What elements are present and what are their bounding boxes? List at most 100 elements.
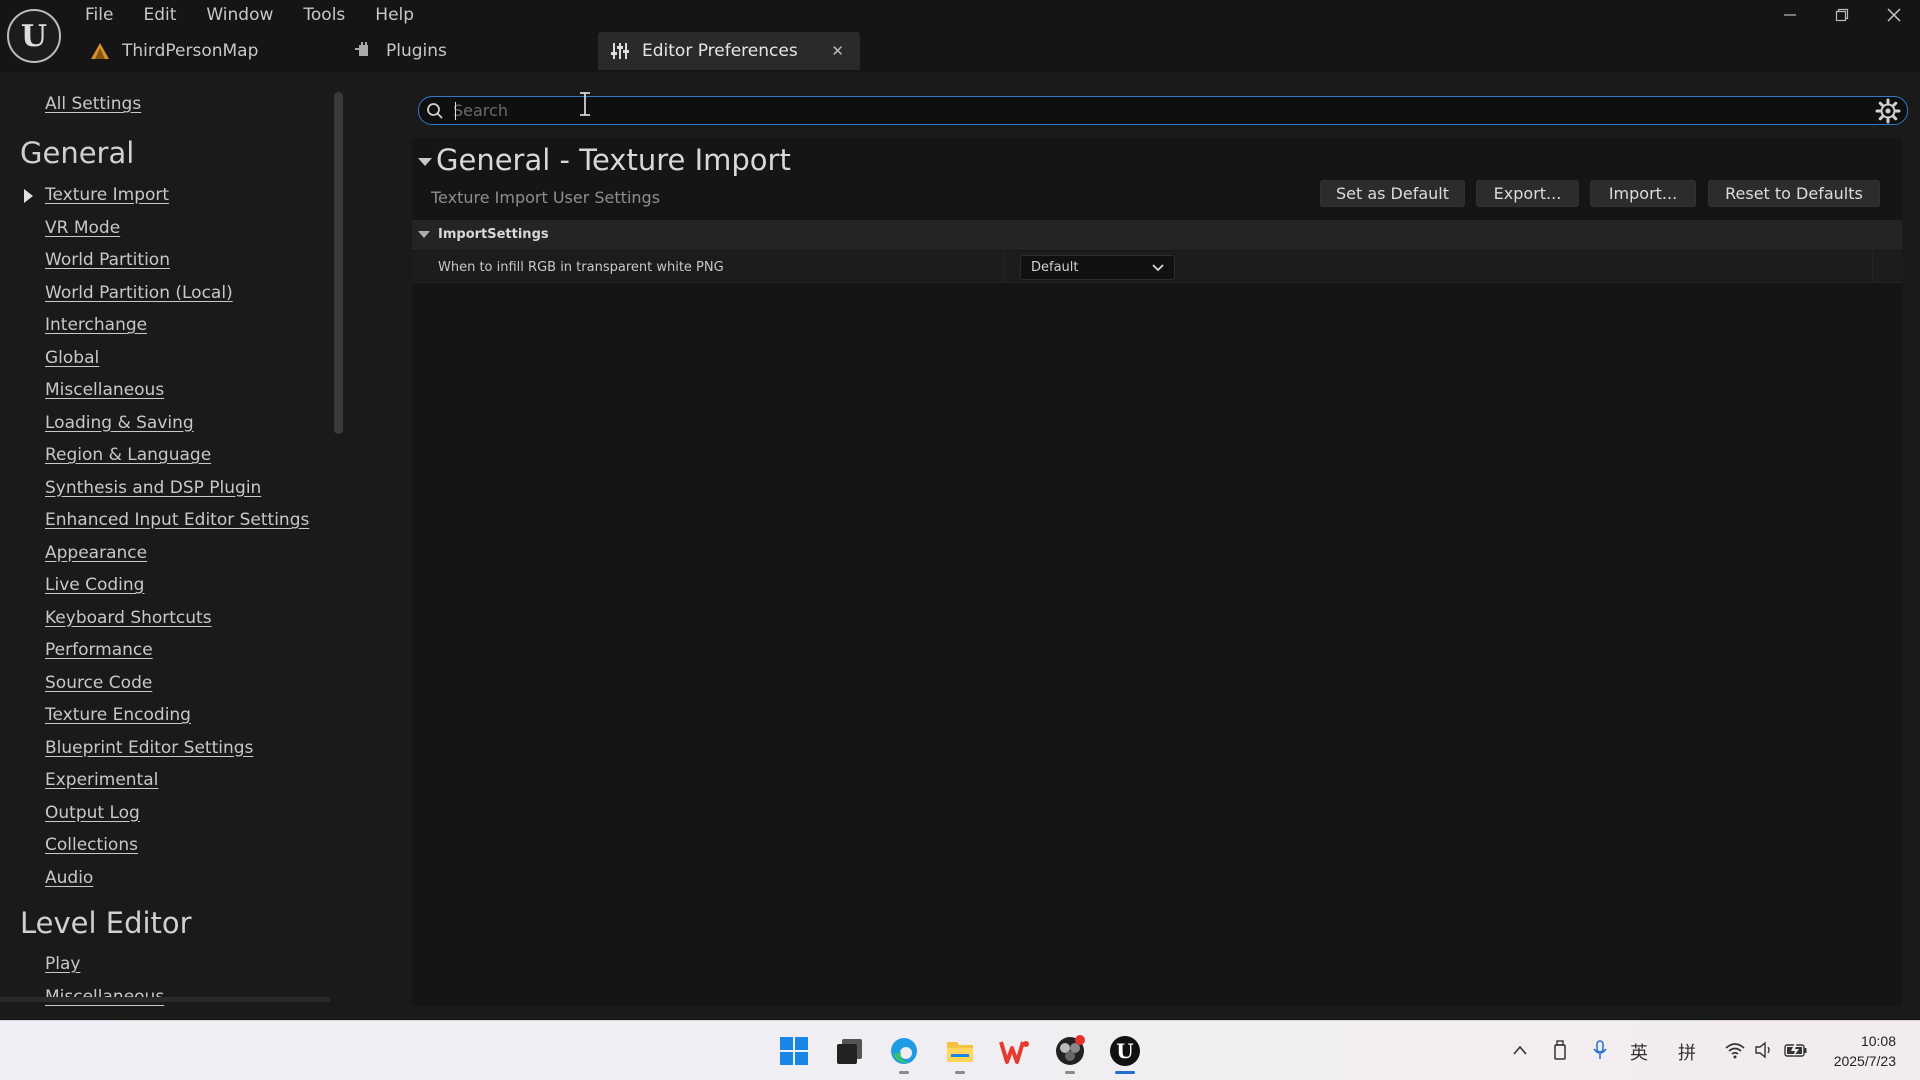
menu-file[interactable]: File (70, 0, 128, 30)
chevron-down-icon (1152, 263, 1164, 271)
section-level-editor: Level Editor (20, 906, 192, 940)
page-title: General - Texture Import (436, 143, 791, 177)
volume-icon[interactable] (1754, 1041, 1774, 1059)
set-as-default-button[interactable]: Set as Default (1320, 180, 1465, 207)
ibeam-cursor-icon (580, 92, 590, 116)
sidebar-item-appearance[interactable]: Appearance (45, 543, 147, 563)
microphone-icon[interactable] (1592, 1039, 1608, 1061)
taskbar-unreal-editor[interactable]: U (1105, 1031, 1145, 1074)
sidebar-item-miscellaneous[interactable]: Miscellaneous (45, 380, 164, 400)
tab-label: Editor Preferences (642, 41, 798, 61)
sidebar-item-interchange[interactable]: Interchange (45, 315, 147, 335)
sidebar-item-enhanced-input-editor-settings[interactable]: Enhanced Input Editor Settings (45, 510, 309, 530)
battery-charging-icon[interactable] (1784, 1042, 1808, 1058)
sidebar-item-audio[interactable]: Audio (45, 868, 93, 888)
taskbar-file-explorer[interactable] (940, 1031, 980, 1074)
sidebar-level-item-play[interactable]: Play (45, 954, 80, 974)
property-row: When to infill RGB in transparent white … (412, 251, 1902, 283)
menu-edit[interactable]: Edit (128, 0, 191, 30)
system-clock[interactable]: 10:08 2025/7/23 (1834, 1031, 1896, 1071)
sidebar-item-vr-mode[interactable]: VR Mode (45, 218, 120, 238)
sidebar-item-output-log[interactable]: Output Log (45, 803, 140, 823)
minimize-icon (1784, 14, 1796, 16)
property-label: When to infill RGB in transparent white … (438, 260, 724, 275)
main-panel: General - Texture Import Texture Import … (378, 72, 1920, 1019)
expand-arrow-icon[interactable] (418, 231, 430, 238)
sidebar-item-global[interactable]: Global (45, 348, 99, 368)
page-subtitle: Texture Import User Settings (431, 188, 661, 207)
sidebar-item-texture-encoding[interactable]: Texture Encoding (45, 705, 191, 725)
task-view-button[interactable] (829, 1031, 869, 1071)
sidebar-item-region-language[interactable]: Region & Language (45, 445, 211, 465)
sidebar-item-live-coding[interactable]: Live Coding (45, 575, 144, 595)
sidebar-item-performance[interactable]: Performance (45, 640, 153, 660)
minimize-button[interactable] (1764, 0, 1816, 30)
sidebar-all-settings[interactable]: All Settings (45, 94, 141, 114)
menu-window[interactable]: Window (191, 0, 288, 30)
settings-sidebar: All Settings General Texture Import VR Mo… (0, 72, 378, 1019)
section-general: General (20, 136, 135, 170)
resolve-icon (1056, 1035, 1085, 1065)
tab-label: Plugins (386, 41, 447, 61)
close-icon (1887, 8, 1901, 22)
column-divider[interactable] (1004, 251, 1005, 283)
reset-to-defaults-button[interactable]: Reset to Defaults (1708, 180, 1880, 207)
task-view-icon (837, 1039, 862, 1064)
tab-label: ThirdPersonMap (122, 41, 259, 61)
menu-bar: File Edit Window Tools Help (70, 0, 429, 30)
tab-thirdpersonmap[interactable]: ThirdPersonMap (82, 32, 344, 70)
close-window-button[interactable] (1868, 0, 1920, 30)
sidebar-item-source-code[interactable]: Source Code (45, 673, 152, 693)
sidebar-item-experimental[interactable]: Experimental (45, 770, 158, 790)
search-input[interactable] (453, 99, 1893, 122)
close-tab-icon[interactable]: ✕ (831, 42, 844, 60)
unreal-logo-icon[interactable]: U (7, 9, 61, 63)
taskbar-davinci[interactable] (1050, 1031, 1090, 1074)
infill-mode-dropdown[interactable]: Default (1020, 255, 1175, 280)
usb-device-icon[interactable] (1552, 1039, 1568, 1061)
input-method-indicator[interactable]: 拼 (1678, 1039, 1696, 1065)
edge-browser-icon (891, 1038, 917, 1064)
clock-time: 10:08 (1860, 1033, 1896, 1049)
show-hidden-icons-icon[interactable] (1512, 1043, 1528, 1057)
sidebar-item-keyboard-shortcuts[interactable]: Keyboard Shortcuts (45, 608, 212, 628)
collapse-arrow-icon[interactable] (418, 158, 432, 166)
sidebar-scrollbar[interactable] (334, 92, 343, 434)
taskbar: U 英 拼 10:08 2025/7/23 (0, 1020, 1920, 1080)
taskbar-edge[interactable] (884, 1031, 924, 1074)
sidebar-bottom-edge (0, 997, 330, 1002)
export-button[interactable]: Export... (1476, 180, 1579, 207)
sidebar-item-world-partition[interactable]: World Partition (45, 250, 170, 270)
title-bar: U File Edit Window Tools Help ThirdPerso… (0, 0, 1920, 72)
menu-tools[interactable]: Tools (288, 0, 360, 30)
category-label: ImportSettings (438, 227, 549, 242)
taskbar-wps[interactable] (995, 1031, 1035, 1071)
tab-plugins[interactable]: Plugins (344, 32, 598, 70)
import-button[interactable]: Import... (1590, 180, 1696, 207)
clock-date: 2025/7/23 (1833, 1053, 1896, 1069)
category-header[interactable]: ImportSettings (412, 220, 1902, 250)
start-button[interactable] (774, 1031, 814, 1071)
text-caret (455, 102, 456, 120)
input-lang-indicator[interactable]: 英 (1630, 1039, 1648, 1065)
sidebar-item-collections[interactable]: Collections (45, 835, 138, 855)
wps-office-icon (999, 1041, 1029, 1064)
plugin-icon (354, 42, 374, 60)
window-controls (1764, 0, 1920, 30)
restore-button[interactable] (1816, 0, 1868, 30)
tab-bar: ThirdPersonMap Plugins Editor Preference… (82, 32, 860, 70)
wifi-icon[interactable] (1724, 1041, 1746, 1059)
sidebar-item-world-partition-local[interactable]: World Partition (Local) (45, 283, 233, 303)
sidebar-item-synthesis-and-dsp-plugin[interactable]: Synthesis and DSP Plugin (45, 478, 261, 498)
gear-icon[interactable] (1875, 98, 1901, 124)
restore-icon (1835, 8, 1849, 22)
dropdown-value: Default (1031, 260, 1079, 275)
menu-help[interactable]: Help (360, 0, 429, 30)
sidebar-item-blueprint-editor-settings[interactable]: Blueprint Editor Settings (45, 738, 253, 758)
sliders-icon (610, 42, 630, 60)
search-box[interactable] (418, 96, 1908, 125)
tab-editor-preferences[interactable]: Editor Preferences ✕ (598, 32, 860, 70)
sidebar-item-loading-saving[interactable]: Loading & Saving (45, 413, 194, 433)
folder-icon (947, 1042, 973, 1062)
sidebar-item-texture-import[interactable]: Texture Import (45, 185, 169, 205)
